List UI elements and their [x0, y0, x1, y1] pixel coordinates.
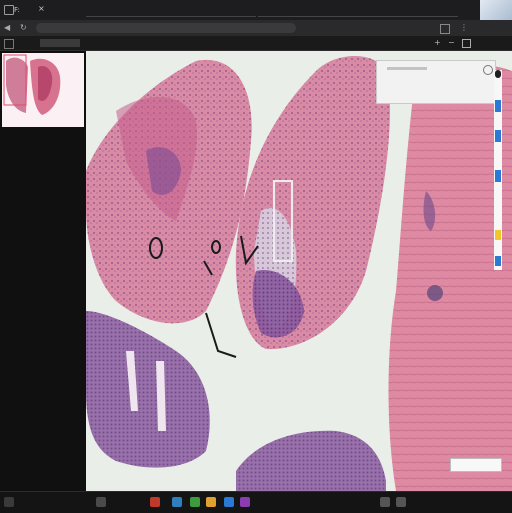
slide-overview-thumbnail[interactable] — [2, 53, 84, 127]
info-popup-close-icon[interactable] — [483, 65, 493, 75]
slide-viewport[interactable] — [86, 51, 512, 491]
viewer-menu-icon[interactable] — [4, 39, 14, 49]
viewer-toolbar: + − — [0, 36, 512, 51]
address-field[interactable] — [36, 23, 296, 33]
start-icon[interactable] — [4, 497, 14, 507]
tab-3[interactable] — [258, 4, 458, 17]
tissue-region-left — [86, 60, 252, 323]
tab-1[interactable]: F: — [14, 4, 32, 16]
extensions-icon[interactable] — [440, 24, 450, 34]
info-popup-header — [387, 67, 427, 70]
settings-icon[interactable]: ⋮ — [460, 23, 468, 32]
tool-pen-icon[interactable] — [495, 100, 501, 112]
zoom-in-icon[interactable]: + — [434, 38, 441, 47]
zoom-out-icon[interactable]: − — [448, 38, 455, 47]
taskbar-app-6-icon[interactable] — [224, 497, 234, 507]
overview-panel — [0, 51, 86, 491]
address-bar-row: ◀ ↻ ⋮ — [0, 20, 512, 36]
taskbar-app-1-icon[interactable] — [96, 497, 106, 507]
scale-bar — [450, 458, 502, 472]
tray-volume-icon[interactable] — [396, 497, 406, 507]
tool-layer-icon[interactable] — [495, 170, 501, 182]
tab-2[interactable] — [86, 4, 256, 17]
browser-tab-strip: F: × — [0, 0, 512, 20]
thumbnail-toggle-icon[interactable] — [40, 39, 80, 47]
taskbar-app-5-icon[interactable] — [206, 497, 216, 507]
tissue-region-center — [236, 56, 390, 349]
taskbar-app-2-icon[interactable] — [150, 497, 160, 507]
close-icon[interactable]: × — [38, 5, 46, 13]
browser-menu-icon[interactable] — [4, 5, 14, 15]
os-taskbar — [0, 491, 512, 513]
tray-network-icon[interactable] — [380, 497, 390, 507]
fullscreen-icon[interactable] — [462, 39, 471, 48]
taskbar-app-7-icon[interactable] — [240, 497, 250, 507]
info-popup[interactable] — [376, 60, 496, 104]
taskbar-app-4-icon[interactable] — [190, 497, 200, 507]
tissue-region-lower-left — [86, 311, 210, 468]
reload-icon[interactable]: ↻ — [20, 23, 27, 32]
tool-color-icon[interactable] — [495, 256, 501, 266]
tool-highlight-icon[interactable] — [495, 230, 501, 240]
tool-ruler-icon[interactable] — [495, 130, 501, 142]
taskbar-app-3-icon[interactable] — [172, 497, 182, 507]
right-tool-rail — [494, 70, 502, 270]
tool-marker-icon[interactable] — [495, 70, 501, 78]
back-icon[interactable]: ◀ — [4, 23, 10, 32]
tissue-region-bottom — [236, 431, 386, 491]
